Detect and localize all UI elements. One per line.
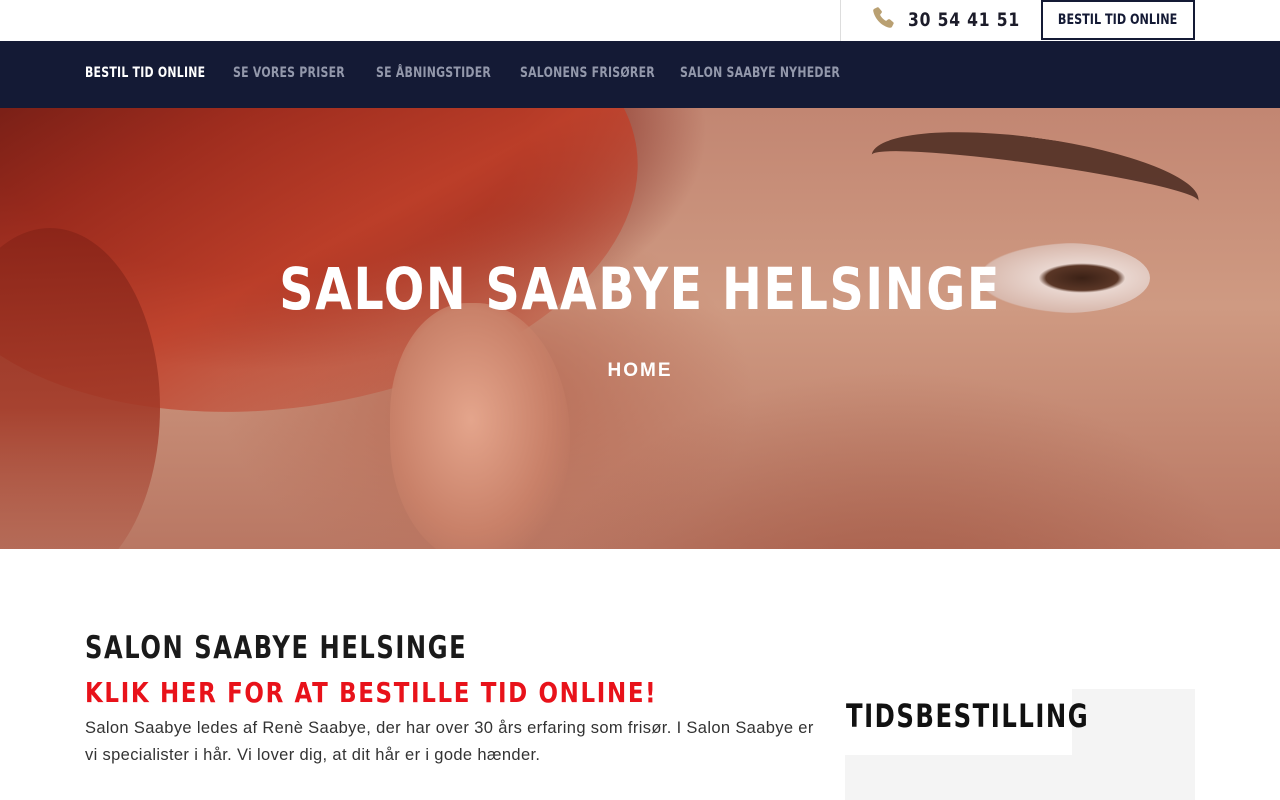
phone-number[interactable]: 30 54 41 51 [908,9,1020,31]
page-title: SALON SAABYE HELSINGE [85,630,468,666]
nav-item-hairdressers[interactable]: SALONENS FRISØRER [520,65,655,81]
hero-image-ear [390,303,570,549]
nav-item-opening-hours[interactable]: SE ÅBNINGSTIDER [376,65,491,81]
phone-contact[interactable]: 30 54 41 51 [870,4,1045,36]
nav-item-news[interactable]: SALON SAABYE NYHEDER [680,65,840,81]
main-navigation: BESTIL TID ONLINE SE VORES PRISER SE ÅBN… [0,41,1280,108]
top-bar: 30 54 41 51 BESTIL TID ONLINE [0,0,1280,41]
hero-title: SALON SAABYE HELSINGE [0,255,1280,323]
nav-item-prices[interactable]: SE VORES PRISER [233,65,345,81]
hero-title-text: SALON SAABYE HELSINGE [279,255,1001,323]
booking-widget: TIDSBESTILLING [845,689,1195,800]
booking-widget-title: TIDSBESTILLING [846,697,1090,735]
intro-paragraph: Salon Saabye ledes af Renè Saabye, der h… [85,719,814,764]
book-online-button[interactable]: BESTIL TID ONLINE [1041,0,1195,40]
breadcrumb-home[interactable]: HOME [0,360,1280,382]
nav-item-book-online[interactable]: BESTIL TID ONLINE [85,65,205,81]
book-online-button-label: BESTIL TID ONLINE [1058,12,1178,28]
hero-banner: SALON SAABYE HELSINGE HOME [0,108,1280,549]
main-content: SALON SAABYE HELSINGE KLIK HER FOR AT BE… [85,630,825,769]
phone-icon [870,5,896,36]
top-bar-divider [840,0,841,41]
hero-image-brow [866,115,1204,241]
book-online-link[interactable]: KLIK HER FOR AT BESTILLE TID ONLINE! [85,676,692,709]
